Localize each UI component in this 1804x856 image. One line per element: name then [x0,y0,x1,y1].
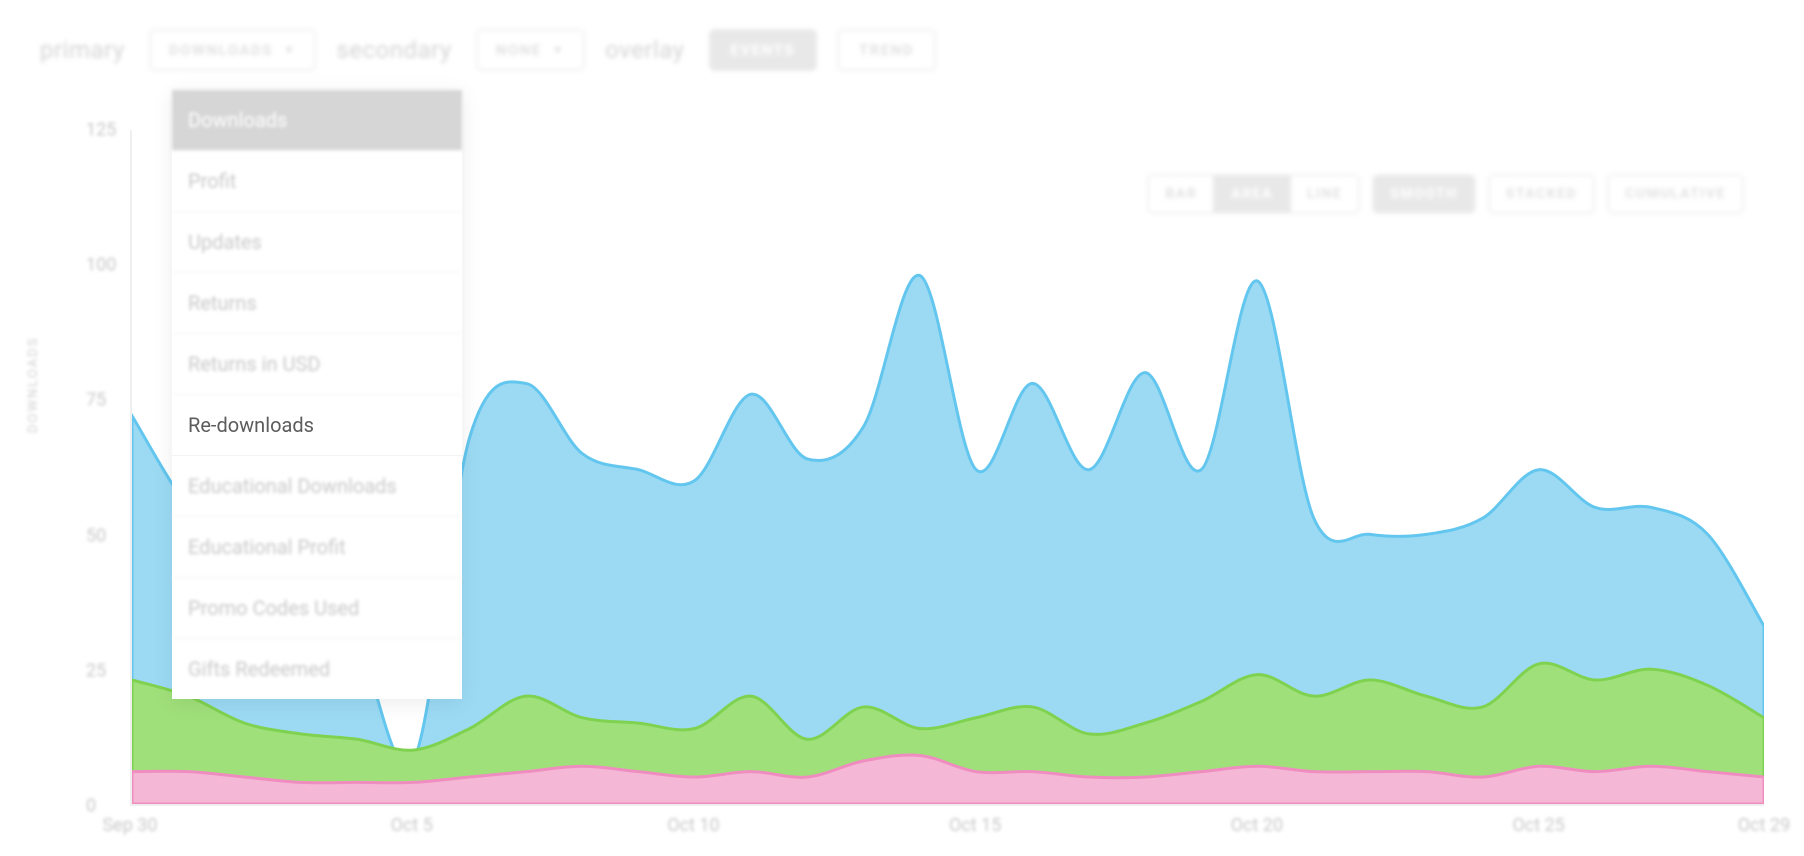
x-tick: Oct 5 [391,815,433,836]
secondary-label: secondary [336,36,451,64]
chevron-down-icon: ▼ [552,43,565,57]
toolbar: primary DOWNLOADS ▼ secondary NONE ▼ ove… [0,0,1804,100]
x-tick: Oct 10 [667,815,719,836]
chart-type-group: BAR AREA LINE [1147,174,1360,214]
x-tick: Oct 15 [949,815,1001,836]
secondary-select[interactable]: NONE ▼ [476,29,585,71]
chevron-down-icon: ▼ [283,43,296,57]
stacked-chip[interactable]: STACKED [1490,176,1593,212]
y-tick: 75 [86,390,106,411]
dropdown-item-downloads[interactable]: Downloads [172,90,462,151]
y-tick: 100 [86,255,116,276]
primary-label: primary [40,36,125,64]
x-tick: Oct 20 [1231,815,1283,836]
x-tick: Oct 25 [1512,815,1564,836]
dropdown-item-educational-profit[interactable]: Educational Profit [172,517,462,578]
y-axis-label: DOWNLOADS [26,337,41,433]
y-tick: 50 [86,525,106,546]
dropdown-item-promo-codes-used[interactable]: Promo Codes Used [172,578,462,639]
y-tick: 0 [86,796,96,817]
primary-dropdown[interactable]: DownloadsProfitUpdatesReturnsReturns in … [172,90,462,699]
cumulative-chip[interactable]: CUMULATIVE [1609,176,1742,212]
secondary-select-value: NONE [496,41,542,59]
events-button[interactable]: EVENTS [709,29,817,71]
y-tick: 25 [86,660,106,681]
x-tick: Sep 30 [102,815,157,836]
trend-button[interactable]: TREND [837,29,936,71]
chart-controls: BAR AREA LINE SMOOTH STACKED CUMULATIVE [1147,174,1744,214]
line-chip[interactable]: LINE [1289,176,1358,212]
primary-select[interactable]: DOWNLOADS ▼ [149,29,317,71]
dropdown-item-profit[interactable]: Profit [172,151,462,212]
dropdown-item-returns-in-usd[interactable]: Returns in USD [172,334,462,395]
area-chip[interactable]: AREA [1213,176,1289,212]
x-tick: Oct 29 [1738,815,1790,836]
dropdown-item-re-downloads[interactable]: Re-downloads [172,395,462,456]
primary-select-value: DOWNLOADS [169,41,273,59]
bar-chip[interactable]: BAR [1149,176,1213,212]
dropdown-item-gifts-redeemed[interactable]: Gifts Redeemed [172,639,462,699]
overlay-label: overlay [605,36,684,64]
smooth-chip[interactable]: SMOOTH [1374,176,1473,212]
dropdown-item-educational-downloads[interactable]: Educational Downloads [172,456,462,517]
dropdown-item-updates[interactable]: Updates [172,212,462,273]
dropdown-item-returns[interactable]: Returns [172,273,462,334]
y-tick: 125 [86,120,116,141]
